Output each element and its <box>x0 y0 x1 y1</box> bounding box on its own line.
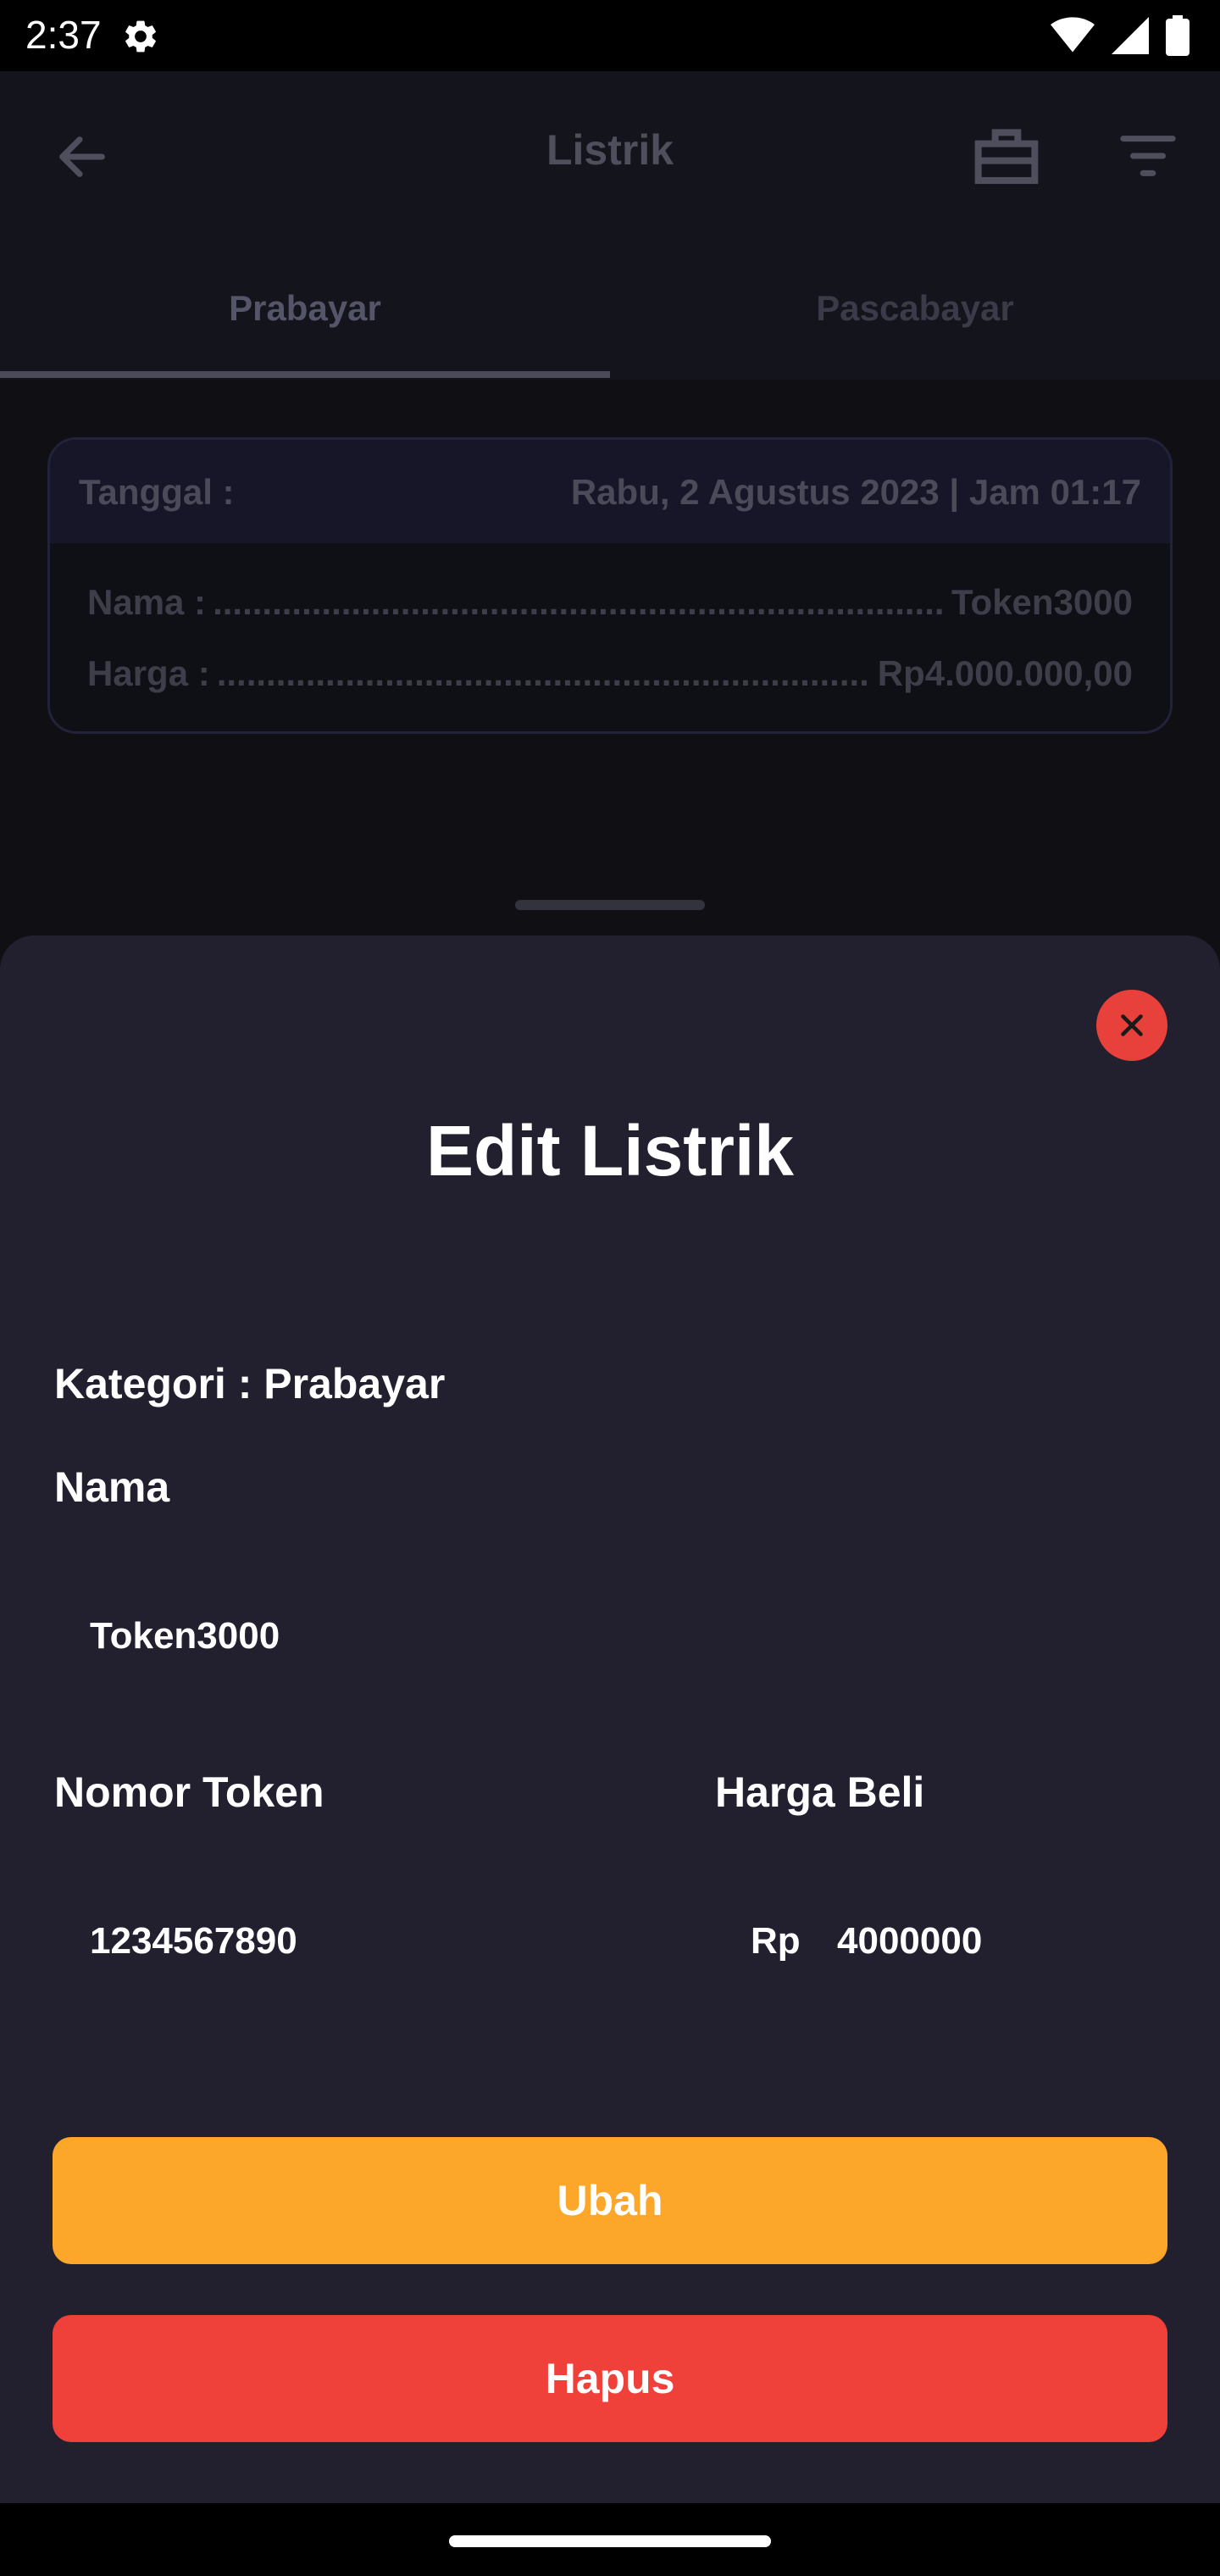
category-label: Kategori : Prabayar <box>54 1360 446 1407</box>
system-nav-bar <box>0 2503 1220 2576</box>
card-name-label: Nama : <box>87 582 207 622</box>
wifi-icon <box>1051 17 1095 53</box>
token-field-label: Nomor Token <box>54 1768 324 1816</box>
filter-icon[interactable] <box>1118 132 1178 180</box>
settings-gear-icon <box>125 20 156 53</box>
transaction-card[interactable]: Tanggal : Rabu, 2 Agustus 2023 | Jam 01:… <box>47 437 1173 734</box>
date-label: Tanggal : <box>79 472 235 512</box>
close-icon <box>1121 1014 1143 1036</box>
card-name-value: Token3000 <box>951 582 1133 622</box>
dot-leader: ........................................… <box>213 582 945 622</box>
delete-button[interactable]: Hapus <box>53 2315 1167 2442</box>
name-input[interactable]: Token3000 <box>90 1615 280 1657</box>
app-bar: Listrik <box>0 71 1220 237</box>
price-input[interactable]: 4000000 <box>837 1920 982 1963</box>
battery-icon <box>1166 15 1190 56</box>
card-header: Tanggal : Rabu, 2 Agustus 2023 | Jam 01:… <box>50 440 1170 543</box>
dot-leader: ........................................… <box>216 653 871 693</box>
sheet-title: Edit Listrik <box>425 1111 795 1191</box>
status-bar: 2:37 <box>0 0 1220 71</box>
card-name-row: Nama : .................................… <box>87 582 1133 623</box>
price-field-label: Harga Beli <box>715 1768 925 1816</box>
briefcase-icon[interactable] <box>973 124 1040 186</box>
status-icons <box>1051 15 1190 56</box>
save-button[interactable]: Ubah <box>53 2137 1167 2264</box>
status-time: 2:37 <box>25 13 102 57</box>
currency-prefix: Rp <box>751 1920 801 1962</box>
tab-prabayar[interactable]: Prabayar <box>0 237 610 380</box>
card-price-label: Harga : <box>87 653 210 693</box>
tab-pascabayar[interactable]: Pascabayar <box>610 237 1220 380</box>
token-input[interactable]: 1234567890 <box>90 1920 297 1963</box>
sheet-drag-handle[interactable] <box>515 900 705 910</box>
card-price-value: Rp4.000.000,00 <box>877 653 1133 693</box>
tab-bar: Prabayar Pascabayar <box>0 237 1220 380</box>
name-field-label: Nama <box>54 1463 170 1511</box>
close-button[interactable] <box>1096 990 1167 1061</box>
date-value: Rabu, 2 Agustus 2023 | Jam 01:17 <box>570 472 1141 512</box>
screen: 2:37 Listrik Prabayar Pascabayar Tanggal… <box>0 0 1220 2576</box>
card-price-row: Harga : ................................… <box>87 653 1133 694</box>
home-indicator[interactable] <box>449 2535 771 2547</box>
signal-icon <box>1112 17 1149 54</box>
tab-indicator <box>0 371 610 378</box>
